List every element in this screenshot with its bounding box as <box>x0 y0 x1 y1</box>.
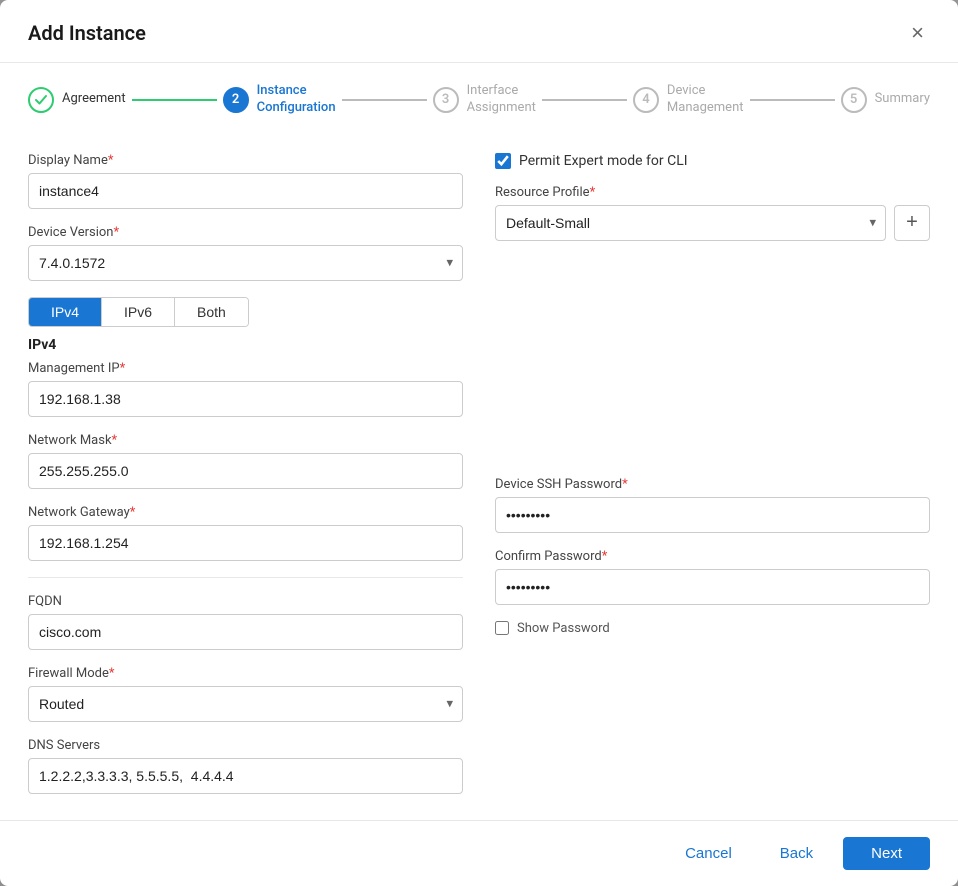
step-3: 3 InterfaceAssignment <box>433 83 536 117</box>
network-mask-input[interactable] <box>28 453 463 489</box>
cancel-button[interactable]: Cancel <box>667 837 750 870</box>
ipv4-heading: IPv4 <box>28 337 463 353</box>
network-mask-group: Network Mask* <box>28 433 463 489</box>
confirm-password-group: Confirm Password* <box>495 549 930 605</box>
network-gateway-group: Network Gateway* <box>28 505 463 561</box>
check-icon <box>34 93 48 107</box>
step-4-circle: 4 <box>633 87 659 113</box>
device-version-select-wrapper: 7.4.0.1572 <box>28 245 463 281</box>
resource-profile-label: Resource Profile* <box>495 185 930 200</box>
network-gateway-label: Network Gateway* <box>28 505 463 520</box>
mgmt-ip-input[interactable] <box>28 381 463 417</box>
ssh-password-input[interactable] <box>495 497 930 533</box>
tab-ipv4[interactable]: IPv4 <box>29 298 102 326</box>
right-col: Permit Expert mode for CLI Resource Prof… <box>495 153 930 810</box>
modal-title: Add Instance <box>28 21 146 45</box>
ssh-password-label: Device SSH Password* <box>495 477 930 492</box>
dns-servers-input[interactable] <box>28 758 463 794</box>
ssh-password-group: Device SSH Password* <box>495 477 930 533</box>
dns-servers-group: DNS Servers <box>28 738 463 794</box>
confirm-password-label: Confirm Password* <box>495 549 930 564</box>
resource-profile-select[interactable]: Default-Small <box>495 205 886 241</box>
ip-tabs: IPv4 IPv6 Both <box>28 297 249 327</box>
step-1: Agreement <box>28 87 126 113</box>
step-connector-1 <box>132 99 217 101</box>
step-3-circle: 3 <box>433 87 459 113</box>
right-col-spacer <box>495 257 930 477</box>
show-password-label[interactable]: Show Password <box>517 621 610 636</box>
step-connector-3 <box>542 99 627 101</box>
firewall-mode-label: Firewall Mode* <box>28 666 463 681</box>
step-5: 5 Summary <box>841 87 930 113</box>
mgmt-ip-label: Management IP* <box>28 361 463 376</box>
display-name-input[interactable] <box>28 173 463 209</box>
step-4: 4 DeviceManagement <box>633 83 744 117</box>
close-button[interactable]: × <box>905 20 930 46</box>
step-1-label: Agreement <box>62 91 126 108</box>
next-button[interactable]: Next <box>843 837 930 870</box>
tab-both[interactable]: Both <box>175 298 248 326</box>
resource-profile-row: Default-Small + <box>495 205 930 241</box>
permit-expert-label[interactable]: Permit Expert mode for CLI <box>519 153 688 169</box>
show-password-row: Show Password <box>495 621 930 636</box>
show-password-checkbox[interactable] <box>495 621 509 635</box>
step-5-label: Summary <box>875 91 930 108</box>
confirm-password-input[interactable] <box>495 569 930 605</box>
step-connector-4 <box>750 99 835 101</box>
modal-footer: Cancel Back Next <box>0 820 958 886</box>
fqdn-input[interactable] <box>28 614 463 650</box>
permit-expert-row: Permit Expert mode for CLI <box>495 153 930 169</box>
device-version-select[interactable]: 7.4.0.1572 <box>28 245 463 281</box>
resource-profile-group: Resource Profile* Default-Small + <box>495 185 930 241</box>
step-1-circle <box>28 87 54 113</box>
dns-servers-label: DNS Servers <box>28 738 463 753</box>
display-name-group: Display Name* <box>28 153 463 209</box>
step-3-label: InterfaceAssignment <box>467 83 536 117</box>
step-2-label: InstanceConfiguration <box>257 83 336 117</box>
device-version-group: Device Version* 7.4.0.1572 <box>28 225 463 281</box>
network-mask-label: Network Mask* <box>28 433 463 448</box>
fqdn-label: FQDN <box>28 594 463 609</box>
firewall-mode-group: Firewall Mode* Routed Transparent <box>28 666 463 722</box>
permit-expert-checkbox[interactable] <box>495 153 511 169</box>
mgmt-ip-group: Management IP* <box>28 361 463 417</box>
device-version-label: Device Version* <box>28 225 463 240</box>
divider <box>28 577 463 578</box>
add-resource-profile-button[interactable]: + <box>894 205 930 241</box>
resource-profile-select-wrapper: Default-Small <box>495 205 886 241</box>
step-connector-2 <box>342 99 427 101</box>
fqdn-group: FQDN <box>28 594 463 650</box>
network-gateway-input[interactable] <box>28 525 463 561</box>
step-2-circle: 2 <box>223 87 249 113</box>
display-name-label: Display Name* <box>28 153 463 168</box>
stepper: Agreement 2 InstanceConfiguration 3 Inte… <box>0 63 958 133</box>
step-5-circle: 5 <box>841 87 867 113</box>
modal-content: Display Name* Device Version* 7.4.0.1572 <box>0 133 958 820</box>
step-4-label: DeviceManagement <box>667 83 744 117</box>
back-button[interactable]: Back <box>762 837 831 870</box>
left-col: Display Name* Device Version* 7.4.0.1572 <box>28 153 463 810</box>
tab-ipv6[interactable]: IPv6 <box>102 298 175 326</box>
form-top-row: Display Name* Device Version* 7.4.0.1572 <box>28 153 930 810</box>
firewall-mode-select[interactable]: Routed Transparent <box>28 686 463 722</box>
add-instance-modal: Add Instance × Agreement 2 InstanceConfi… <box>0 0 958 886</box>
step-2: 2 InstanceConfiguration <box>223 83 336 117</box>
firewall-mode-select-wrapper: Routed Transparent <box>28 686 463 722</box>
modal-header: Add Instance × <box>0 0 958 63</box>
